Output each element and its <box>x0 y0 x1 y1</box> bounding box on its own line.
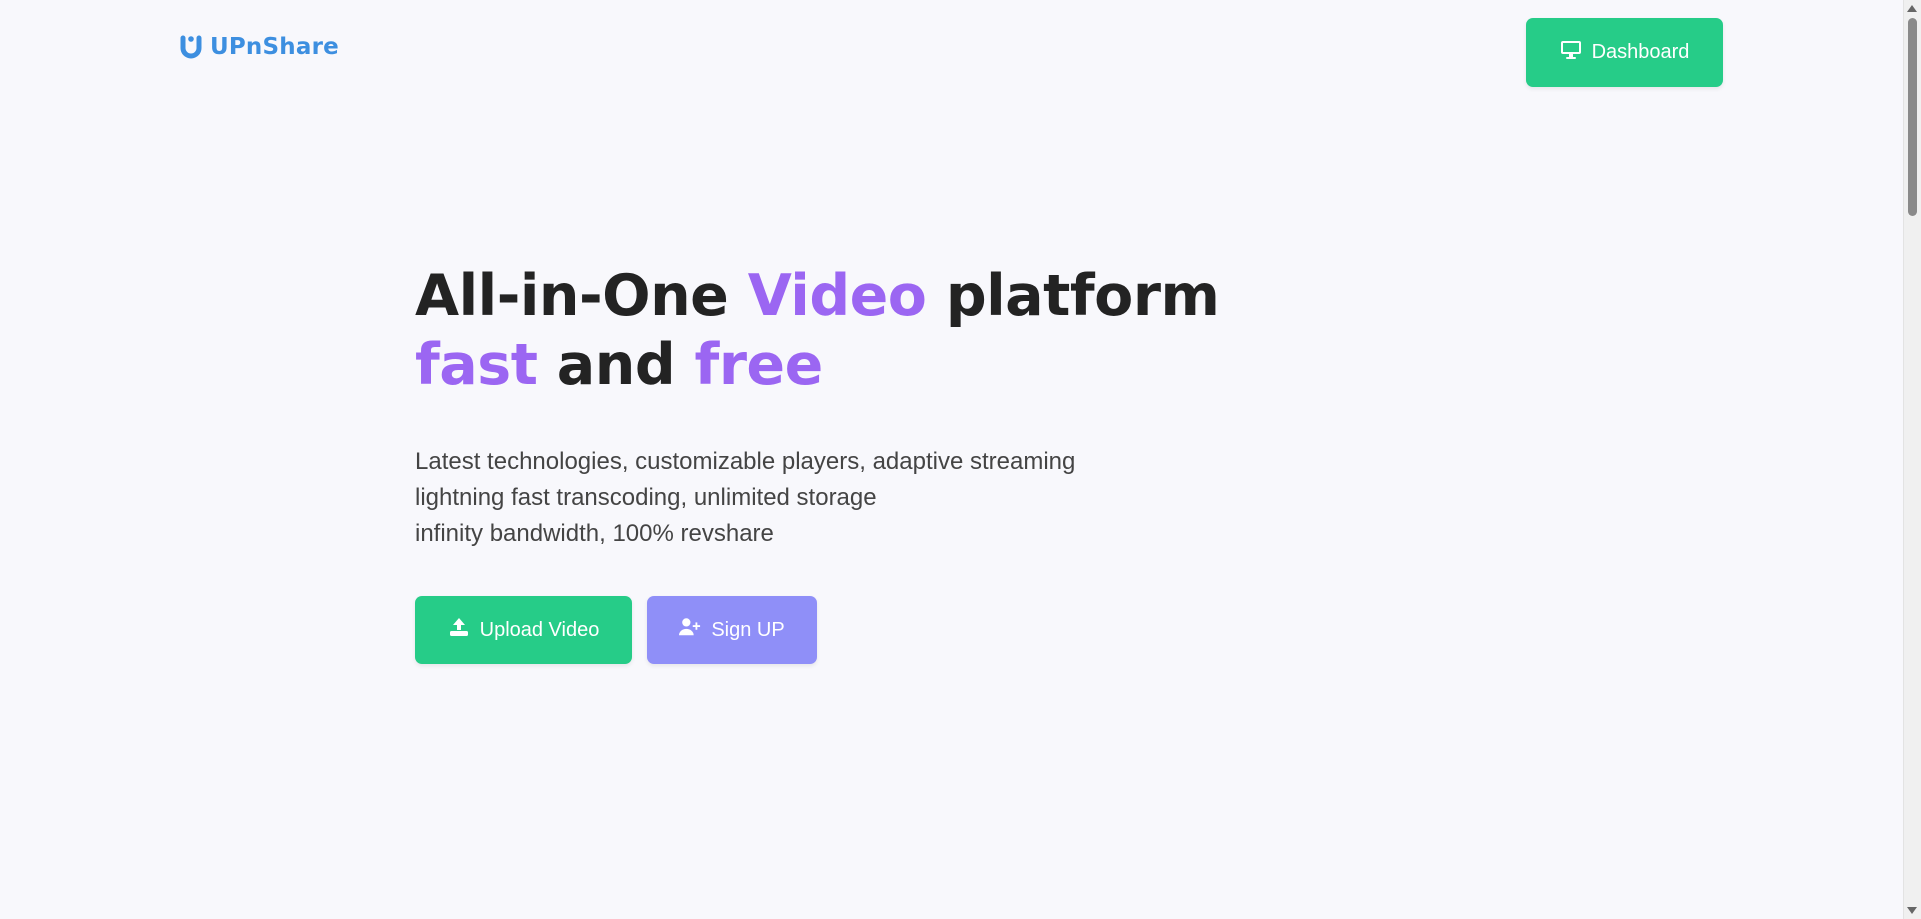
desktop-icon <box>1560 40 1582 66</box>
sign-up-label: Sign UP <box>711 618 785 641</box>
sign-up-button[interactable]: Sign UP <box>647 596 817 664</box>
cta-buttons: Upload Video Sign UP <box>415 596 1315 664</box>
user-plus-icon <box>679 617 701 643</box>
hero-description: Latest technologies, customizable player… <box>415 444 1315 552</box>
upload-video-button[interactable]: Upload Video <box>415 596 632 664</box>
description-line: Latest technologies, customizable player… <box>415 448 1076 475</box>
logo[interactable]: UPnShare <box>180 34 339 60</box>
scroll-down-arrow-icon[interactable] <box>1907 907 1917 914</box>
description-line: infinity bandwidth, 100% revshare <box>415 520 774 547</box>
hero-headline: All-in-One Video platform fast and free <box>415 262 1315 400</box>
headline-highlight: free <box>694 332 824 398</box>
headline-part: platform <box>945 263 1220 329</box>
headline-part: All-in-One <box>415 263 729 329</box>
scroll-up-arrow-icon[interactable] <box>1907 5 1917 12</box>
headline-highlight: fast <box>415 332 538 398</box>
hero-section: All-in-One Video platform fast and free … <box>415 262 1315 664</box>
upload-icon <box>448 617 470 643</box>
headline-part: and <box>556 332 676 398</box>
dashboard-button[interactable]: Dashboard <box>1526 18 1723 87</box>
upnshare-logo-icon <box>180 34 202 60</box>
logo-text: UPnShare <box>210 34 339 60</box>
upload-video-label: Upload Video <box>479 618 600 641</box>
dashboard-label: Dashboard <box>1591 41 1690 63</box>
scrollbar-thumb[interactable] <box>1908 18 1917 216</box>
vertical-scrollbar[interactable] <box>1903 0 1921 919</box>
description-line: lightning fast transcoding, unlimited st… <box>415 484 877 511</box>
page: UPnShare Dashboard All-in-One Video plat… <box>0 0 1921 919</box>
headline-highlight: Video <box>747 263 927 329</box>
